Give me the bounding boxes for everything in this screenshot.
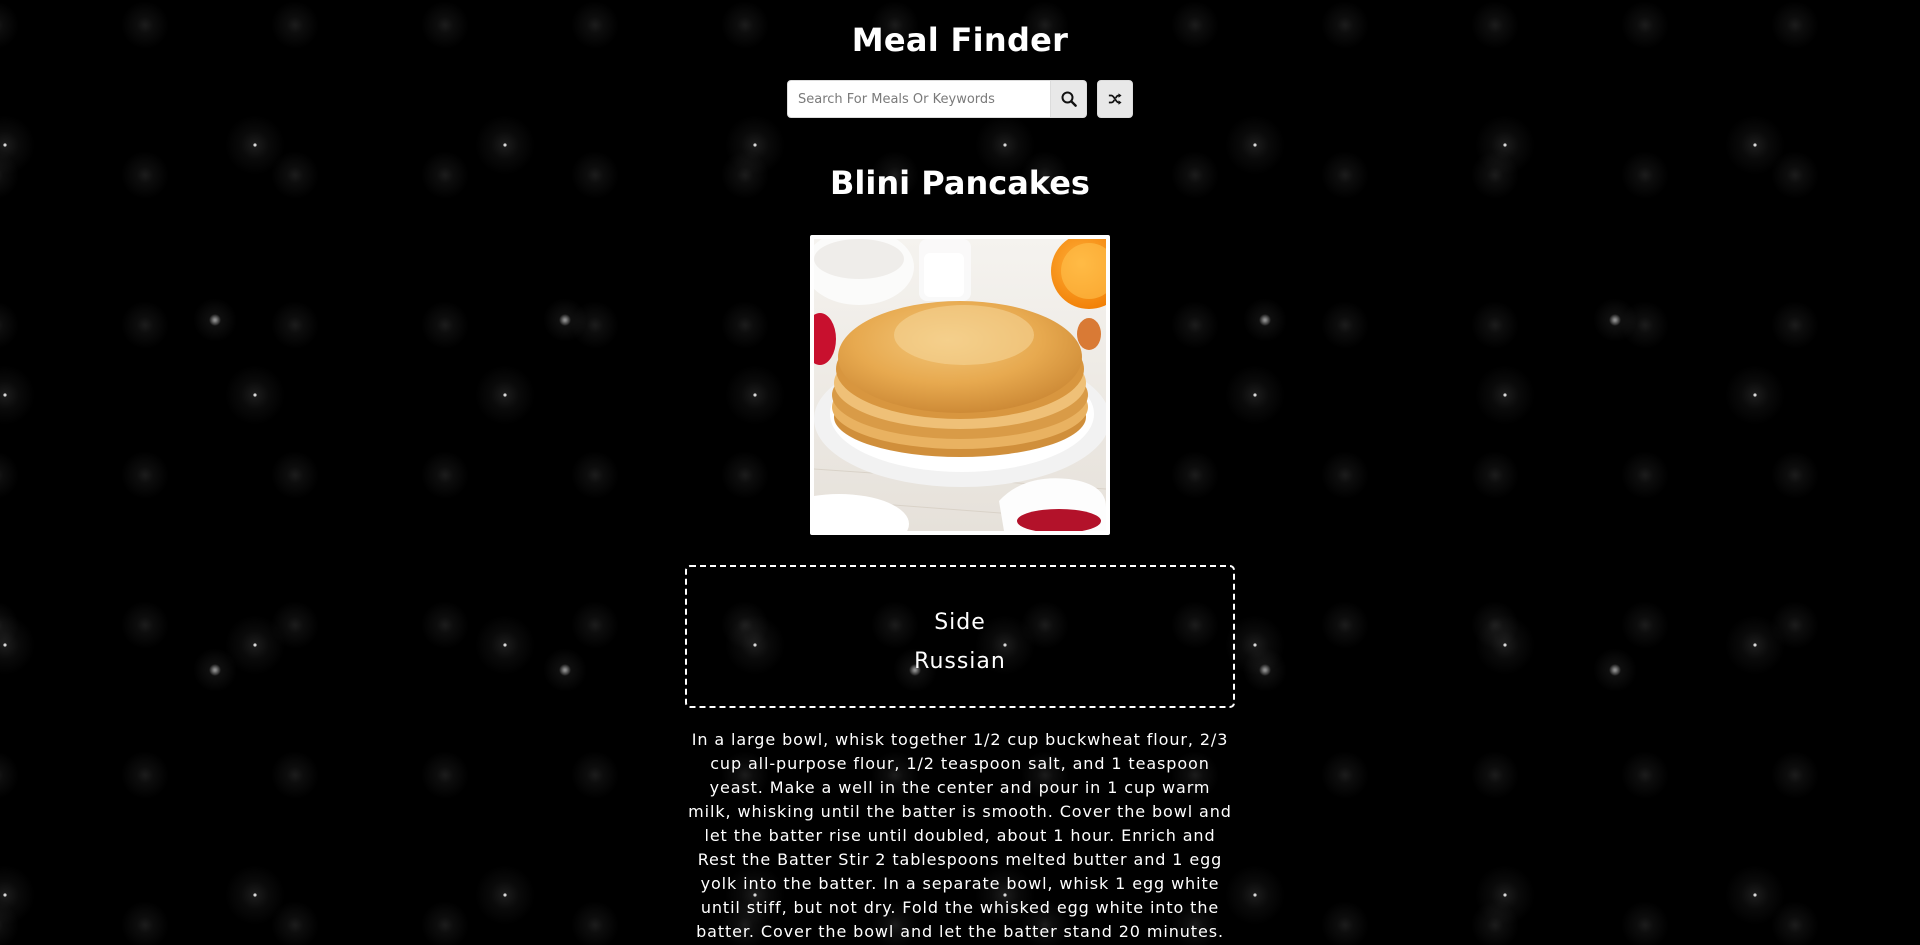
- meal-title: Blini Pancakes: [830, 164, 1090, 202]
- shuffle-icon: [1108, 92, 1122, 106]
- search-form: [787, 80, 1087, 118]
- meal-category: Side: [934, 610, 986, 635]
- meal-image: [810, 235, 1110, 535]
- random-meal-button[interactable]: [1097, 80, 1133, 118]
- meal-instructions: In a large bowl, whisk together 1/2 cup …: [688, 730, 1232, 941]
- meal-category-box: Side Russian: [685, 565, 1235, 708]
- meal-area: Russian: [914, 649, 1006, 674]
- search-input[interactable]: [787, 80, 1051, 118]
- pancake-illustration: [814, 239, 1106, 531]
- app-title: Meal Finder: [851, 21, 1069, 59]
- search-button[interactable]: [1051, 80, 1087, 118]
- search-bar: [787, 80, 1133, 118]
- search-icon: [1061, 91, 1077, 107]
- page-header: Meal Finder: [0, 0, 1920, 61]
